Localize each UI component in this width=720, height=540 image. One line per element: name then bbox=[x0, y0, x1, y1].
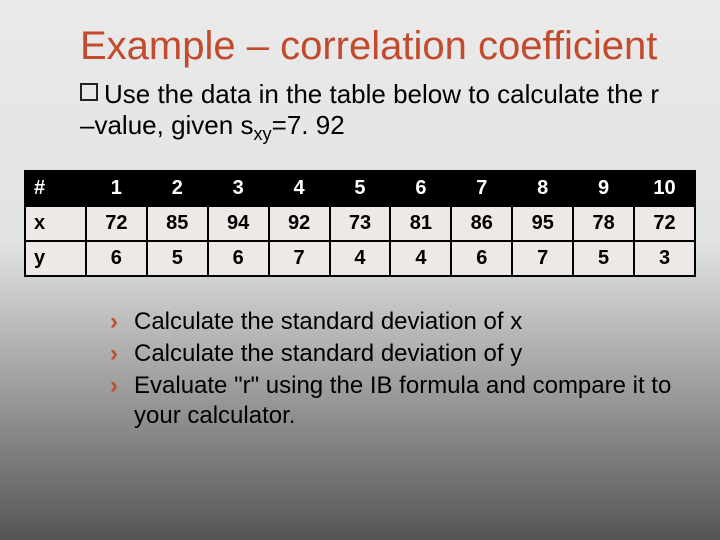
table-cell: 5 bbox=[573, 241, 634, 276]
table-col-header: 3 bbox=[208, 171, 269, 206]
sub-list: Calculate the standard deviation of x Ca… bbox=[80, 307, 680, 431]
table-cell: 6 bbox=[86, 241, 147, 276]
table-cell: 78 bbox=[573, 206, 634, 241]
body-post: =7. 92 bbox=[272, 110, 345, 140]
data-table: # 1 2 3 4 5 6 7 8 9 10 x 72 85 94 92 73 … bbox=[24, 170, 696, 277]
table-cell: 7 bbox=[512, 241, 573, 276]
slide: Example – correlation coefficient Use th… bbox=[0, 0, 720, 540]
slide-title: Example – correlation coefficient bbox=[80, 25, 680, 67]
table-cell: 92 bbox=[269, 206, 330, 241]
table-cell: 3 bbox=[634, 241, 695, 276]
table-cell: 94 bbox=[208, 206, 269, 241]
table-cell: 4 bbox=[330, 241, 391, 276]
table-row-label: x bbox=[25, 206, 86, 241]
table-col-header: 2 bbox=[147, 171, 208, 206]
table-col-header: 10 bbox=[634, 171, 695, 206]
table-col-header: 1 bbox=[86, 171, 147, 206]
table-cell: 81 bbox=[390, 206, 451, 241]
table-col-header: 5 bbox=[330, 171, 391, 206]
table-col-header: 7 bbox=[451, 171, 512, 206]
table-cell: 4 bbox=[390, 241, 451, 276]
body-pre: Use the data in the table below to calcu… bbox=[80, 79, 659, 140]
table-header-row: # 1 2 3 4 5 6 7 8 9 10 bbox=[25, 171, 695, 206]
table-col-header: 6 bbox=[390, 171, 451, 206]
bullet-icon bbox=[80, 83, 98, 101]
table-header-label: # bbox=[25, 171, 86, 206]
table-row: x 72 85 94 92 73 81 86 95 78 72 bbox=[25, 206, 695, 241]
data-table-wrap: # 1 2 3 4 5 6 7 8 9 10 x 72 85 94 92 73 … bbox=[24, 170, 696, 277]
table-cell: 86 bbox=[451, 206, 512, 241]
table-cell: 72 bbox=[86, 206, 147, 241]
table-col-header: 9 bbox=[573, 171, 634, 206]
list-item: Evaluate "r" using the IB formula and co… bbox=[110, 371, 680, 431]
table-cell: 6 bbox=[451, 241, 512, 276]
table-cell: 95 bbox=[512, 206, 573, 241]
table-col-header: 8 bbox=[512, 171, 573, 206]
body-sub: xy bbox=[253, 124, 271, 144]
table-row: y 6 5 6 7 4 4 6 7 5 3 bbox=[25, 241, 695, 276]
table-row-label: y bbox=[25, 241, 86, 276]
table-cell: 73 bbox=[330, 206, 391, 241]
table-cell: 7 bbox=[269, 241, 330, 276]
list-item: Calculate the standard deviation of x bbox=[110, 307, 680, 337]
table-cell: 85 bbox=[147, 206, 208, 241]
table-cell: 6 bbox=[208, 241, 269, 276]
list-item: Calculate the standard deviation of y bbox=[110, 339, 680, 369]
table-col-header: 4 bbox=[269, 171, 330, 206]
slide-body-text: Use the data in the table below to calcu… bbox=[80, 79, 680, 146]
table-cell: 72 bbox=[634, 206, 695, 241]
table-cell: 5 bbox=[147, 241, 208, 276]
